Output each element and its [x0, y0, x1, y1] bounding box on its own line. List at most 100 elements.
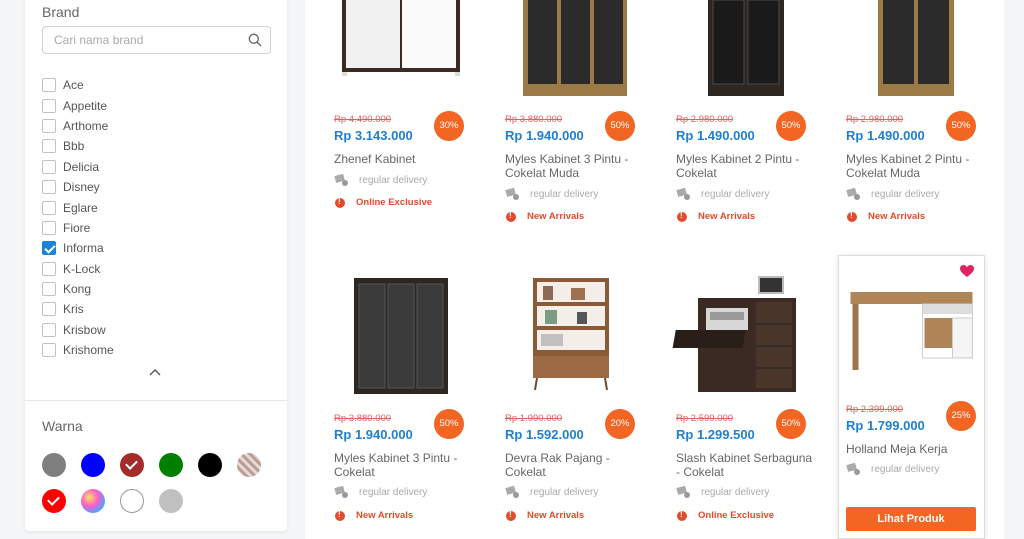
delivery-label: regular delivery [871, 188, 940, 200]
product-card-hovered[interactable]: Rp 2.399.000 Rp 1.799.000 25% Holland Me… [838, 255, 985, 539]
delivery-info: regular delivery [846, 187, 939, 201]
tag-label: Online Exclusive [698, 510, 775, 521]
view-product-button[interactable]: Lihat Produk [846, 507, 976, 531]
brand-option[interactable]: Krisbow [42, 320, 114, 340]
product-name[interactable]: Myles Kabinet 3 Pintu - Cokelat [334, 451, 476, 479]
color-swatch-blue[interactable] [81, 453, 105, 477]
product-card[interactable]: Rp 2.599.000 Rp 1.299.500 50% Slash Kabi… [672, 260, 820, 530]
product-image[interactable] [672, 272, 820, 398]
brand-checkbox[interactable] [42, 302, 56, 317]
brand-checkbox[interactable] [42, 139, 56, 154]
product-grid: Rp 4.490.000 Rp 3.143.000 30% Zhenef Kab… [305, 0, 1004, 539]
color-filter-title: Warna [42, 418, 83, 434]
search-icon[interactable] [248, 33, 262, 47]
brand-checkbox[interactable] [42, 78, 56, 93]
color-swatch-brown[interactable] [120, 453, 144, 477]
brand-checkbox[interactable] [42, 282, 56, 297]
brand-option-label: Eglare [63, 200, 98, 215]
color-swatch-grey[interactable] [42, 453, 66, 477]
brand-option[interactable]: Disney [42, 177, 114, 197]
product-image[interactable] [842, 0, 990, 105]
delivery-label: regular delivery [701, 188, 770, 200]
brand-option-label: Informa [63, 241, 104, 256]
brand-option[interactable]: Appetite [42, 95, 114, 115]
brand-checkbox-checked[interactable] [42, 241, 56, 256]
delivery-icon [846, 187, 860, 200]
brand-checkbox[interactable] [42, 118, 56, 133]
product-card[interactable]: Rp 2.980.000 Rp 1.490.000 50% Myles Kabi… [842, 0, 990, 250]
delivery-info: regular delivery [334, 485, 427, 499]
product-image[interactable] [501, 272, 649, 398]
product-image[interactable] [672, 0, 820, 105]
product-name[interactable]: Zhenef Kabinet [334, 152, 476, 166]
color-swatch-white[interactable] [120, 489, 144, 513]
color-swatch-multicolor[interactable] [81, 489, 105, 513]
brand-checkbox[interactable] [42, 180, 56, 195]
brand-checkbox[interactable] [42, 159, 56, 174]
brand-option[interactable]: Delicia [42, 157, 114, 177]
brand-search-input[interactable] [54, 27, 244, 53]
brand-option[interactable]: Eglare [42, 197, 114, 217]
product-name[interactable]: Myles Kabinet 2 Pintu - Cokelat Muda [846, 152, 988, 180]
alert-icon [506, 211, 516, 222]
sale-price: Rp 1.299.500 [676, 427, 755, 442]
product-card[interactable]: Rp 3.880.000 Rp 1.940.000 50% Myles Kabi… [330, 260, 478, 530]
product-image[interactable] [839, 274, 987, 374]
discount-badge: 50% [605, 111, 635, 141]
original-price: Rp 2.980.000 [676, 114, 734, 125]
delivery-info: regular delivery [334, 173, 427, 187]
product-image[interactable] [330, 0, 478, 105]
product-tag: New Arrivals [335, 510, 413, 521]
brand-checkbox[interactable] [42, 261, 56, 276]
product-tag: Online Exclusive [335, 197, 432, 208]
product-image[interactable] [330, 272, 478, 398]
brand-option-label: Fiore [63, 220, 91, 235]
brand-option[interactable]: Ace [42, 75, 114, 95]
brand-option[interactable]: Krishome [42, 340, 114, 360]
sale-price: Rp 1.799.000 [846, 418, 925, 433]
brand-checkbox[interactable] [42, 322, 56, 337]
delivery-info: regular delivery [676, 485, 769, 499]
alert-icon [335, 510, 345, 521]
product-name[interactable]: Slash Kabinet Serbaguna - Cokelat [676, 451, 818, 479]
product-name[interactable]: Myles Kabinet 2 Pintu - Cokelat [676, 152, 818, 180]
brand-option-label: Krisbow [63, 322, 106, 337]
delivery-icon [334, 173, 348, 186]
brand-option[interactable]: Kong [42, 279, 114, 299]
brand-filter-title: Brand [42, 4, 80, 20]
color-swatch-silver[interactable] [159, 489, 183, 513]
product-name[interactable]: Devra Rak Pajang - Cokelat [505, 451, 647, 479]
color-swatch-red[interactable] [42, 489, 66, 513]
original-price: Rp 4.490.000 [334, 114, 392, 125]
product-card[interactable]: Rp 1.990.000 Rp 1.592.000 20% Devra Rak … [501, 260, 649, 530]
chevron-up-icon[interactable] [148, 367, 162, 377]
brand-checkbox[interactable] [42, 220, 56, 235]
brand-option[interactable]: K-Lock [42, 259, 114, 279]
brand-option[interactable]: Fiore [42, 218, 114, 238]
product-image[interactable] [501, 0, 649, 105]
product-card[interactable]: Rp 2.980.000 Rp 1.490.000 50% Myles Kabi… [672, 0, 820, 250]
brand-option[interactable]: Bbb [42, 136, 114, 156]
alert-icon [847, 211, 857, 222]
discount-badge: 50% [434, 409, 464, 439]
delivery-icon [334, 485, 348, 498]
brand-checkbox[interactable] [42, 98, 56, 113]
filter-sidebar: Brand Ace Appetite Arthome Bbb Delicia D… [25, 0, 287, 531]
brand-option[interactable]: Arthome [42, 116, 114, 136]
delivery-label: regular delivery [871, 463, 940, 475]
product-card[interactable]: Rp 4.490.000 Rp 3.143.000 30% Zhenef Kab… [330, 0, 478, 250]
brand-checkbox[interactable] [42, 343, 56, 358]
brand-option-label: Kong [63, 282, 92, 297]
brand-option[interactable]: Kris [42, 299, 114, 319]
product-card[interactable]: Rp 3.880.000 Rp 1.940.000 50% Myles Kabi… [501, 0, 649, 250]
product-name[interactable]: Holland Meja Kerja [846, 442, 988, 456]
color-swatch-plaid[interactable] [237, 453, 261, 477]
color-swatch-black[interactable] [198, 453, 222, 477]
product-name[interactable]: Myles Kabinet 3 Pintu - Cokelat Muda [505, 152, 647, 180]
brand-option[interactable]: Informa [42, 238, 114, 258]
discount-badge: 20% [605, 409, 635, 439]
delivery-info: regular delivery [676, 187, 769, 201]
color-swatch-green[interactable] [159, 453, 183, 477]
brand-checkbox[interactable] [42, 200, 56, 215]
brand-option-label: Bbb [63, 139, 85, 154]
